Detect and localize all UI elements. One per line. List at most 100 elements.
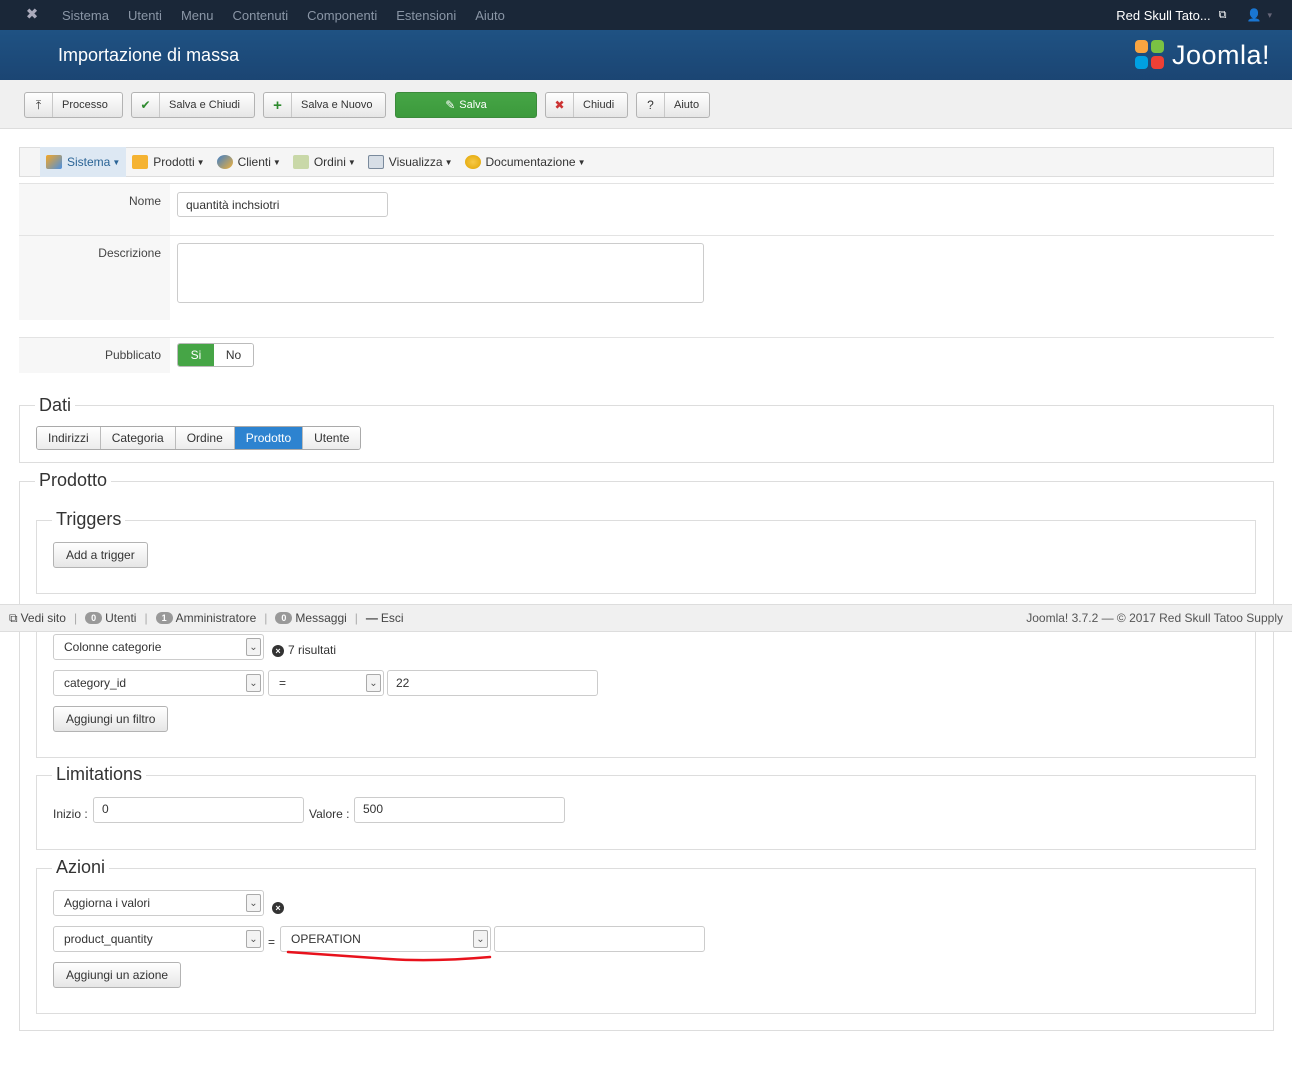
chevron-down-icon: ▼ bbox=[444, 157, 453, 167]
save-button[interactable]: ✎ Salva bbox=[395, 92, 537, 118]
users-link[interactable]: 0 Utenti bbox=[85, 611, 136, 625]
documentation-icon bbox=[464, 155, 481, 169]
tab-ordine[interactable]: Ordine bbox=[175, 427, 235, 449]
top-navbar: ✖ Sistema Utenti Menu Contenuti Componen… bbox=[0, 0, 1292, 30]
name-input[interactable]: quantità inchsiotri bbox=[177, 192, 388, 217]
chevron-down-icon: ▼ bbox=[196, 157, 205, 167]
check-icon: ✔ bbox=[132, 93, 160, 117]
action-field-select[interactable]: product_quantity ⌄ bbox=[53, 926, 264, 952]
submenu-sistema[interactable]: Sistema ▼ bbox=[40, 147, 127, 177]
minus-icon: — bbox=[365, 611, 378, 625]
chevron-down-icon[interactable]: ▾ bbox=[1267, 10, 1272, 21]
filter-results-count: 7 risultati bbox=[288, 643, 337, 657]
filter-field-select[interactable]: category_id ⌄ bbox=[53, 670, 264, 696]
chevron-down-icon: ▼ bbox=[577, 157, 586, 167]
save-close-button[interactable]: ✔ Salva e Chiudi bbox=[131, 92, 255, 118]
menu-item-aiuto[interactable]: Aiuto bbox=[475, 8, 505, 23]
display-icon bbox=[367, 155, 384, 169]
equals-label: = bbox=[268, 935, 276, 949]
brand-wordmark: Joomla! bbox=[1171, 39, 1270, 70]
actions-legend: Azioni bbox=[52, 857, 110, 878]
chevron-down-icon: ⌄ bbox=[246, 638, 261, 656]
external-link-icon: ⧉ bbox=[9, 610, 18, 625]
close-button[interactable]: ✖ Chiudi bbox=[545, 92, 628, 118]
chevron-down-icon: ⌄ bbox=[246, 930, 261, 948]
chevron-down-icon: ▼ bbox=[347, 157, 356, 167]
title-bar: Importazione di massa Joomla! bbox=[0, 30, 1292, 80]
component-submenu: Sistema ▼ Prodotti ▼ Clienti ▼ Ordini ▼ Visu… bbox=[19, 147, 1274, 177]
topnav-right: Red Skull Tato... ⧉ 👤 ▾ bbox=[1116, 0, 1292, 30]
value-label: Valore : bbox=[309, 807, 350, 821]
site-link[interactable]: Red Skull Tato... bbox=[1116, 8, 1210, 23]
start-label: Inizio : bbox=[53, 807, 88, 821]
upload-icon: ⤒ bbox=[25, 93, 53, 117]
process-button[interactable]: ⤒ Processo bbox=[24, 92, 123, 118]
admin-menu: Sistema Utenti Menu Contenuti Componenti… bbox=[62, 8, 524, 23]
products-icon bbox=[132, 155, 149, 169]
wrench-icon bbox=[46, 155, 62, 169]
triggers-legend: Triggers bbox=[52, 509, 126, 530]
orders-icon bbox=[292, 155, 309, 169]
name-label: Nome bbox=[19, 184, 170, 235]
logout-link[interactable]: — Esci bbox=[366, 611, 404, 625]
limitations-legend: Limitations bbox=[52, 764, 147, 785]
filter-operator-select[interactable]: = ⌄ bbox=[268, 670, 384, 696]
user-icon[interactable]: 👤 bbox=[1247, 8, 1262, 22]
filter-value-input[interactable]: 22 bbox=[387, 670, 598, 696]
chevron-down-icon: ▼ bbox=[272, 157, 281, 167]
operation-value-input[interactable] bbox=[494, 926, 705, 952]
chevron-down-icon: ▼ bbox=[112, 157, 121, 167]
messages-count-badge: 0 bbox=[275, 612, 293, 624]
view-site-link[interactable]: ⧉ Vedi sito bbox=[9, 611, 66, 626]
menu-item-componenti[interactable]: Componenti bbox=[307, 8, 377, 23]
external-link-icon[interactable]: ⧉ bbox=[1219, 9, 1227, 22]
action-type-select[interactable]: Aggiorna i valori ⌄ bbox=[53, 890, 264, 916]
description-textarea[interactable] bbox=[177, 243, 704, 303]
users-count-badge: 0 bbox=[85, 612, 103, 624]
submenu-prodotti[interactable]: Prodotti ▼ bbox=[126, 147, 210, 177]
chevron-down-icon: ⌄ bbox=[473, 930, 488, 948]
menu-item-contenuti[interactable]: Contenuti bbox=[232, 8, 288, 23]
red-underline-annotation bbox=[286, 950, 492, 962]
joomla-icon[interactable]: ✖ bbox=[22, 5, 42, 25]
add-filter-button[interactable]: Aggiungi un filtro bbox=[53, 706, 169, 732]
triggers-fieldset bbox=[36, 520, 1256, 594]
remove-filter-icon[interactable]: × bbox=[272, 645, 284, 657]
tab-utente[interactable]: Utente bbox=[303, 427, 361, 449]
chevron-down-icon: ⌄ bbox=[246, 674, 261, 692]
toolbar: ⤒ Processo ✔ Salva e Chiudi + Salva e Nu… bbox=[0, 80, 1292, 129]
submenu-ordini[interactable]: Ordini ▼ bbox=[287, 147, 362, 177]
customers-icon bbox=[216, 155, 233, 169]
add-action-button[interactable]: Aggiungi un azione bbox=[53, 962, 182, 988]
published-no-button[interactable]: No bbox=[214, 344, 253, 366]
description-label: Descrizione bbox=[19, 236, 170, 320]
save-new-button[interactable]: + Salva e Nuovo bbox=[263, 92, 386, 118]
submenu-documentazione[interactable]: Documentazione ▼ bbox=[459, 147, 592, 177]
published-yes-button[interactable]: Si bbox=[178, 344, 214, 366]
tab-categoria[interactable]: Categoria bbox=[100, 427, 176, 449]
joomla-brand: Joomla! bbox=[1134, 39, 1270, 71]
menu-item-sistema[interactable]: Sistema bbox=[62, 8, 109, 23]
prodotto-legend: Prodotto bbox=[35, 470, 112, 491]
help-button[interactable]: ? Aiuto bbox=[636, 92, 710, 118]
menu-item-estensioni[interactable]: Estensioni bbox=[396, 8, 456, 23]
chevron-down-icon: ⌄ bbox=[366, 674, 381, 692]
question-icon: ? bbox=[637, 93, 665, 117]
start-input[interactable]: 0 bbox=[93, 797, 304, 823]
submenu-visualizza[interactable]: Visualizza ▼ bbox=[362, 147, 459, 177]
version-text: Joomla! 3.7.2 — © 2017 Red Skull Tatoo S… bbox=[1026, 611, 1283, 625]
submenu-clienti[interactable]: Clienti ▼ bbox=[211, 147, 287, 177]
messages-link[interactable]: 0 Messaggi bbox=[275, 611, 347, 625]
tab-indirizzi[interactable]: Indirizzi bbox=[37, 427, 101, 449]
filter-column-select[interactable]: Colonne categorie ⌄ bbox=[53, 634, 264, 660]
edit-icon: ✎ bbox=[445, 98, 456, 112]
tab-prodotto[interactable]: Prodotto bbox=[234, 427, 304, 449]
admins-link[interactable]: 1 Amministratore bbox=[155, 611, 256, 625]
remove-action-icon[interactable]: × bbox=[272, 902, 284, 914]
add-trigger-button[interactable]: Add a trigger bbox=[53, 542, 148, 568]
menu-item-utenti[interactable]: Utenti bbox=[128, 8, 162, 23]
admins-count-badge: 1 bbox=[155, 612, 173, 624]
menu-item-menu[interactable]: Menu bbox=[181, 8, 214, 23]
chevron-down-icon: ⌄ bbox=[246, 894, 261, 912]
value-input[interactable]: 500 bbox=[354, 797, 565, 823]
